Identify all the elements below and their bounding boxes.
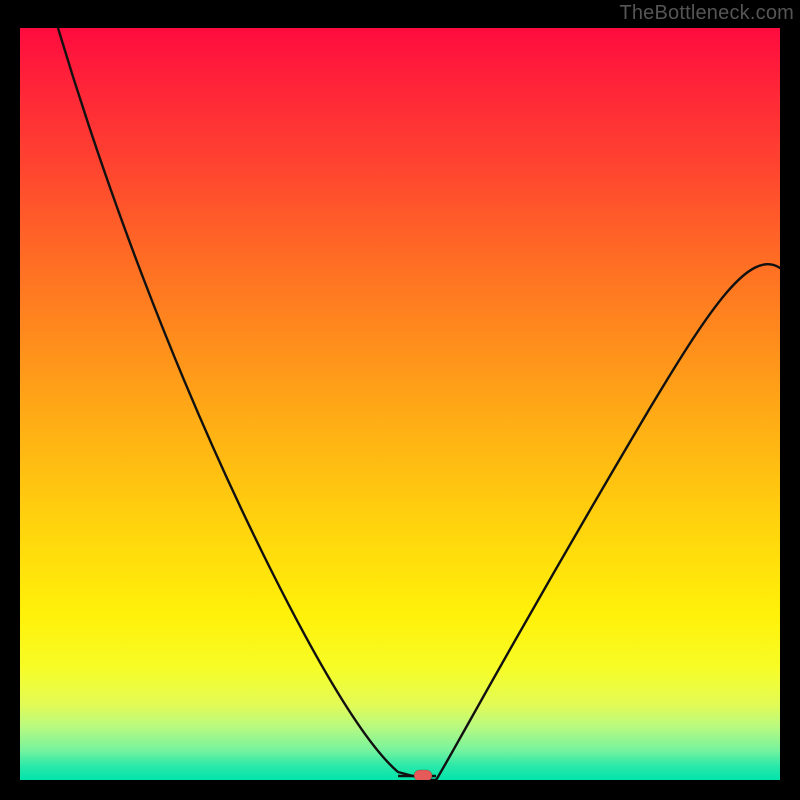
bottleneck-curve xyxy=(58,28,780,780)
optimum-marker xyxy=(414,770,432,780)
chart-frame: TheBottleneck.com xyxy=(0,0,800,800)
watermark-text: TheBottleneck.com xyxy=(619,2,794,25)
curve-svg xyxy=(20,28,780,780)
plot-area xyxy=(20,28,780,780)
